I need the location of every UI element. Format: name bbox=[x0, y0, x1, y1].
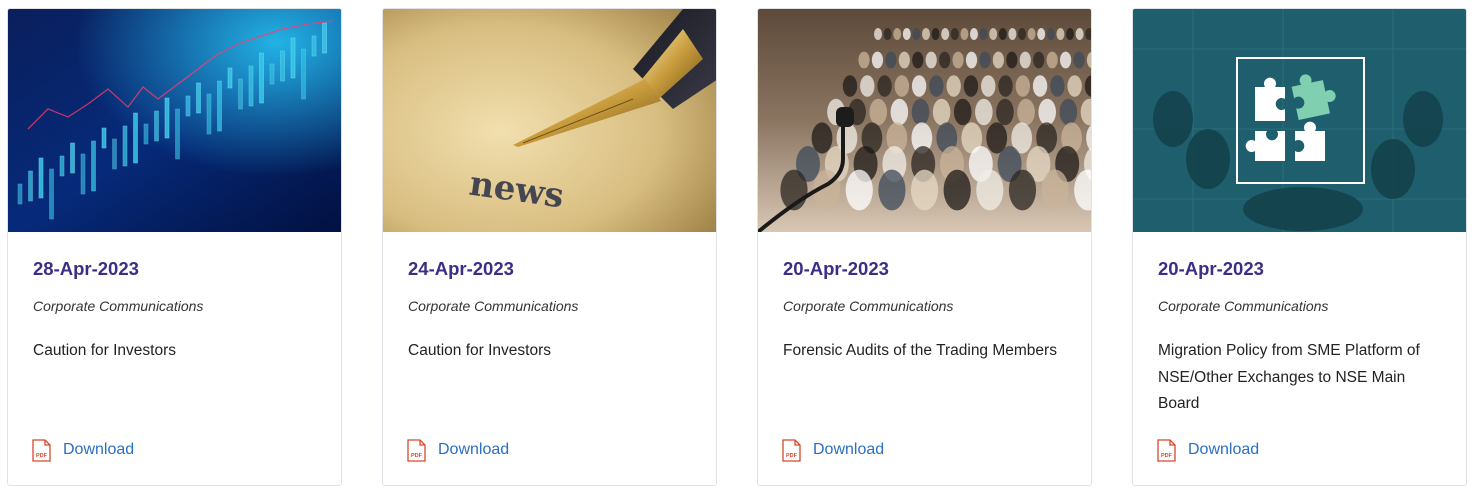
svg-text:PDF: PDF bbox=[1161, 453, 1173, 459]
svg-text:PDF: PDF bbox=[411, 453, 423, 459]
pdf-icon: PDF bbox=[32, 438, 51, 462]
card-category: Corporate Communications bbox=[783, 298, 954, 314]
download-link[interactable]: PDF Download bbox=[407, 438, 509, 462]
download-label: Download bbox=[438, 441, 510, 458]
puzzle-pieces-image bbox=[1133, 9, 1466, 232]
stock-chart-image bbox=[8, 9, 341, 232]
news-card[interactable]: 20-Apr-2023 Corporate Communications For… bbox=[757, 8, 1092, 486]
card-title: Forensic Audits of the Trading Members bbox=[783, 342, 1057, 359]
news-card[interactable]: news 24-Apr-2023 Corporate Communication… bbox=[382, 8, 717, 486]
svg-text:PDF: PDF bbox=[36, 453, 48, 459]
download-link[interactable]: PDF Download bbox=[32, 438, 134, 462]
card-date: 20-Apr-2023 bbox=[783, 258, 889, 279]
card-category: Corporate Communications bbox=[1158, 298, 1329, 314]
card-category: Corporate Communications bbox=[408, 298, 579, 314]
card-category: Corporate Communications bbox=[33, 298, 204, 314]
card-date: 28-Apr-2023 bbox=[33, 258, 139, 279]
card-date: 24-Apr-2023 bbox=[408, 258, 514, 279]
card-title: Caution for Investors bbox=[33, 342, 177, 359]
pdf-icon: PDF bbox=[1157, 438, 1176, 462]
svg-text:PDF: PDF bbox=[786, 453, 798, 459]
download-link[interactable]: PDF Download bbox=[782, 438, 884, 462]
download-label: Download bbox=[63, 441, 135, 458]
news-card[interactable]: 20-Apr-2023 Corporate Communications Mig… bbox=[1132, 8, 1467, 486]
download-link[interactable]: PDF Download bbox=[1157, 438, 1259, 462]
card-title: Caution for Investors bbox=[408, 342, 552, 359]
card-title: Migration Policy from SME Platform of NS… bbox=[1158, 342, 1420, 412]
download-label: Download bbox=[813, 441, 885, 458]
pdf-icon: PDF bbox=[782, 438, 801, 462]
download-label: Download bbox=[1188, 441, 1260, 458]
conference-audience-image bbox=[758, 9, 1091, 232]
pdf-icon: PDF bbox=[407, 438, 426, 462]
news-card[interactable]: 28-Apr-2023 Corporate Communications Cau… bbox=[7, 8, 342, 486]
card-date: 20-Apr-2023 bbox=[1158, 258, 1264, 279]
fountain-pen-news-image: news bbox=[383, 9, 716, 232]
